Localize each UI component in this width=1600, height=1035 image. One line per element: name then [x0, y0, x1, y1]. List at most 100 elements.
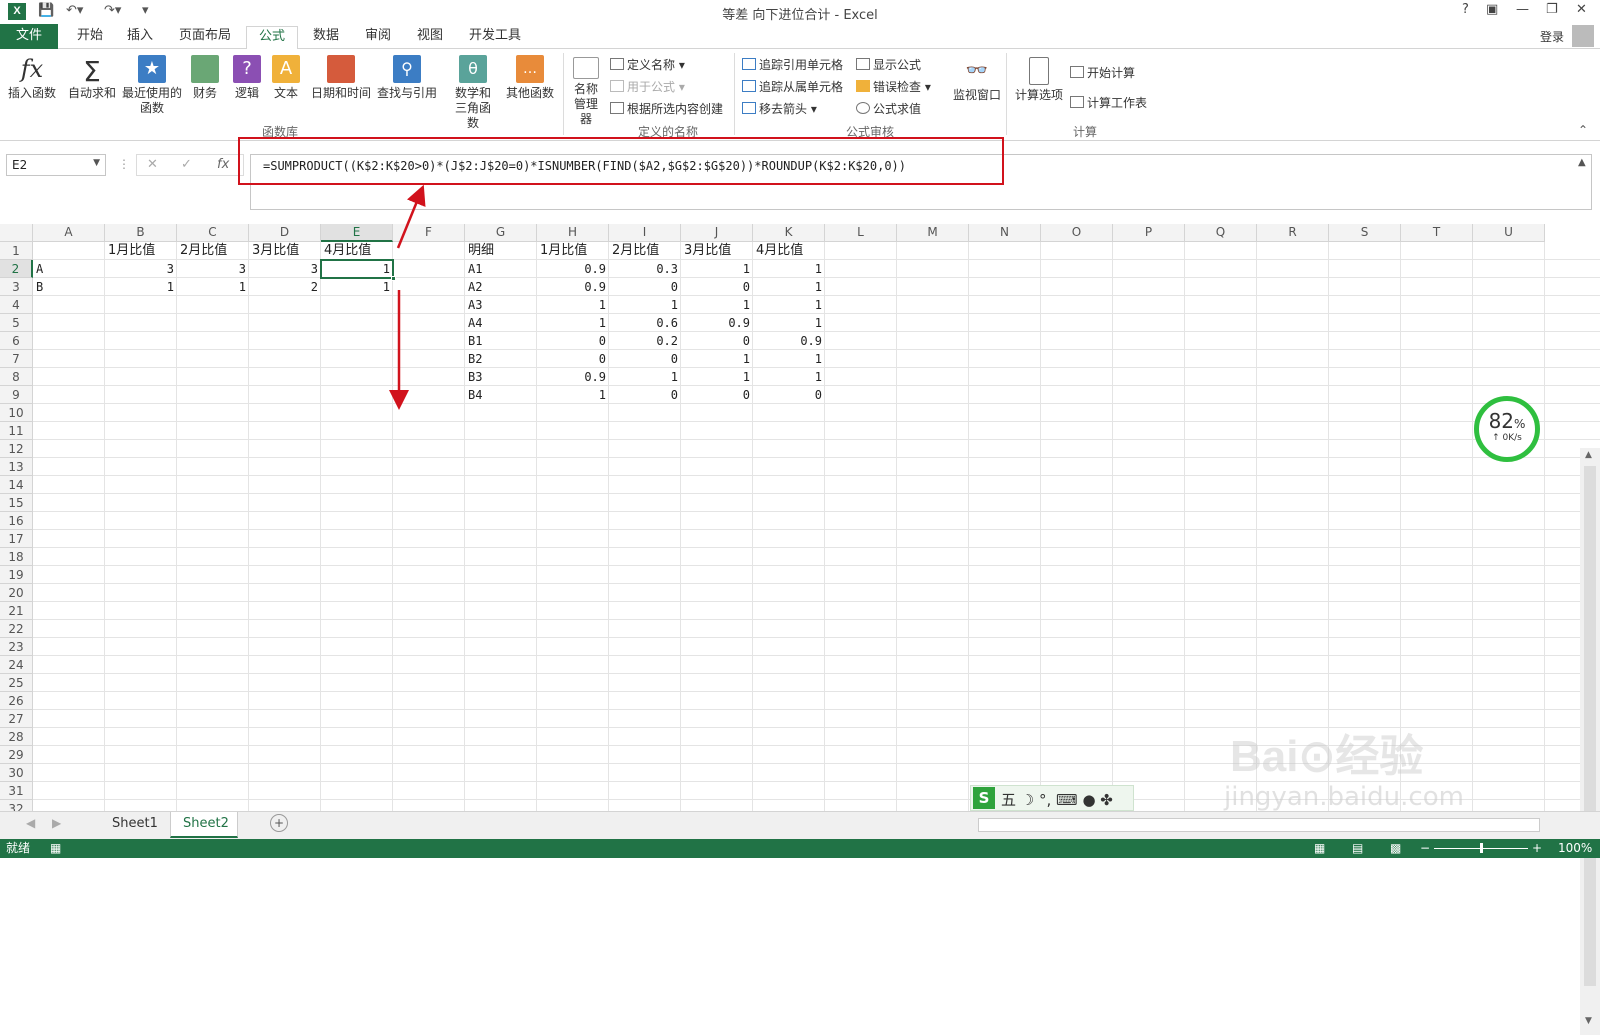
ribbon-display-options-icon[interactable]: ▣ — [1486, 2, 1498, 17]
add-sheet-icon[interactable]: + — [270, 814, 288, 832]
ime-toolbar[interactable]: S 五 ☽ °, ⌨ ● ✤ — [970, 785, 1134, 811]
scroll-right-icon[interactable]: ▶ — [52, 816, 61, 830]
calculate-now-button[interactable]: 开始计算 — [1070, 64, 1135, 81]
row-header-12[interactable]: 12 — [0, 440, 33, 458]
cell-k7[interactable]: 1 — [753, 350, 825, 368]
cell-e1[interactable]: 4月比值 — [321, 242, 393, 260]
row-header-22[interactable]: 22 — [0, 620, 33, 638]
cell-k1[interactable]: 4月比值 — [753, 242, 825, 260]
column-header-u[interactable]: U — [1473, 224, 1545, 242]
zoom-out-icon[interactable]: − — [1420, 839, 1430, 858]
cell-j3[interactable]: 0 — [681, 278, 753, 296]
cell-i1[interactable]: 2月比值 — [609, 242, 681, 260]
column-header-q[interactable]: Q — [1185, 224, 1257, 242]
row-header-3[interactable]: 3 — [0, 278, 33, 296]
row-header-9[interactable]: 9 — [0, 386, 33, 404]
cell-b1[interactable]: 1月比值 — [105, 242, 177, 260]
cell-h4[interactable]: 1 — [537, 296, 609, 314]
lookup-reference-button[interactable]: ⚲ 查找与引用 — [374, 55, 440, 101]
insert-function-icon[interactable]: fx — [217, 157, 229, 172]
cell-j9[interactable]: 0 — [681, 386, 753, 404]
insert-function-button[interactable]: fx 插入函数 — [4, 55, 60, 101]
autosum-button[interactable]: Σ 自动求和 — [64, 55, 120, 101]
date-time-button[interactable]: 日期和时间 — [308, 55, 374, 101]
row-header-16[interactable]: 16 — [0, 512, 33, 530]
scroll-left-icon[interactable]: ◀ — [26, 816, 35, 830]
cell-g2[interactable]: A1 — [465, 260, 537, 278]
financial-button[interactable]: 财务 — [186, 55, 224, 101]
cell-c2[interactable]: 3 — [177, 260, 249, 278]
page-break-view-icon[interactable]: ▩ — [1390, 839, 1401, 858]
cell-i6[interactable]: 0.2 — [609, 332, 681, 350]
sign-in-link[interactable]: 登录 — [1540, 28, 1564, 45]
column-header-m[interactable]: M — [897, 224, 969, 242]
restore-button[interactable]: ❐ — [1546, 2, 1558, 17]
row-header-26[interactable]: 26 — [0, 692, 33, 710]
cell-j4[interactable]: 1 — [681, 296, 753, 314]
column-header-o[interactable]: O — [1041, 224, 1113, 242]
cell-k6[interactable]: 0.9 — [753, 332, 825, 350]
cell-d1[interactable]: 3月比值 — [249, 242, 321, 260]
row-header-28[interactable]: 28 — [0, 728, 33, 746]
cell-g6[interactable]: B1 — [465, 332, 537, 350]
create-from-selection-button[interactable]: 根据所选内容创建 — [610, 100, 723, 117]
row-header-23[interactable]: 23 — [0, 638, 33, 656]
column-header-f[interactable]: F — [393, 224, 465, 242]
sheet-tab-sheet2[interactable]: Sheet2 — [170, 812, 238, 838]
cell-j8[interactable]: 1 — [681, 368, 753, 386]
text-button[interactable]: A 文本 — [268, 55, 304, 101]
column-header-g[interactable]: G — [465, 224, 537, 242]
cell-g5[interactable]: A4 — [465, 314, 537, 332]
scrollbar-thumb[interactable] — [1584, 466, 1596, 986]
page-layout-view-icon[interactable]: ▤ — [1352, 839, 1363, 858]
cell-j5[interactable]: 0.9 — [681, 314, 753, 332]
trace-dependents-button[interactable]: 追踪从属单元格 — [742, 78, 843, 95]
calculation-options-button[interactable]: 计算选项 — [1012, 57, 1066, 103]
error-checking-button[interactable]: 错误检查 ▾ — [856, 78, 931, 95]
cell-a1[interactable] — [33, 242, 105, 260]
cell-c3[interactable]: 1 — [177, 278, 249, 296]
tab-data[interactable]: 数据 — [304, 26, 348, 48]
cell-a3[interactable]: B — [33, 278, 105, 296]
use-in-formula-button[interactable]: 用于公式 ▾ — [610, 78, 685, 95]
math-trig-button[interactable]: θ 数学和三角函数 — [440, 55, 506, 131]
cell-j2[interactable]: 1 — [681, 260, 753, 278]
cell-i3[interactable]: 0 — [609, 278, 681, 296]
cell-d3[interactable]: 2 — [249, 278, 321, 296]
cell-j1[interactable]: 3月比值 — [681, 242, 753, 260]
cell-i4[interactable]: 1 — [609, 296, 681, 314]
cell-h9[interactable]: 1 — [537, 386, 609, 404]
cell-g8[interactable]: B3 — [465, 368, 537, 386]
cell-j6[interactable]: 0 — [681, 332, 753, 350]
cell-i7[interactable]: 0 — [609, 350, 681, 368]
row-header-13[interactable]: 13 — [0, 458, 33, 476]
tab-home[interactable]: 开始 — [68, 26, 112, 48]
tab-view[interactable]: 视图 — [408, 26, 452, 48]
sogou-icon[interactable]: S — [973, 787, 995, 809]
more-functions-button[interactable]: … 其他函数 — [502, 55, 558, 101]
cell-k5[interactable]: 1 — [753, 314, 825, 332]
row-header-21[interactable]: 21 — [0, 602, 33, 620]
minimize-button[interactable]: — — [1516, 2, 1529, 17]
cell-h2[interactable]: 0.9 — [537, 260, 609, 278]
row-header-30[interactable]: 30 — [0, 764, 33, 782]
tab-insert[interactable]: 插入 — [118, 26, 162, 48]
row-header-17[interactable]: 17 — [0, 530, 33, 548]
column-header-j[interactable]: J — [681, 224, 753, 242]
cell-g4[interactable]: A3 — [465, 296, 537, 314]
row-header-24[interactable]: 24 — [0, 656, 33, 674]
cell-g9[interactable]: B4 — [465, 386, 537, 404]
column-header-s[interactable]: S — [1329, 224, 1401, 242]
cell-k3[interactable]: 1 — [753, 278, 825, 296]
select-all-corner[interactable] — [0, 224, 33, 242]
cell-h3[interactable]: 0.9 — [537, 278, 609, 296]
network-speed-widget[interactable]: 82% ↑ 0K/s — [1474, 396, 1540, 462]
recently-used-button[interactable]: ★ 最近使用的函数 — [120, 55, 184, 116]
cell-i5[interactable]: 0.6 — [609, 314, 681, 332]
row-header-15[interactable]: 15 — [0, 494, 33, 512]
evaluate-formula-button[interactable]: 公式求值 — [856, 100, 921, 117]
cell-k8[interactable]: 1 — [753, 368, 825, 386]
cell-h6[interactable]: 0 — [537, 332, 609, 350]
name-manager-button[interactable]: 名称管理器 — [566, 57, 606, 127]
row-header-14[interactable]: 14 — [0, 476, 33, 494]
